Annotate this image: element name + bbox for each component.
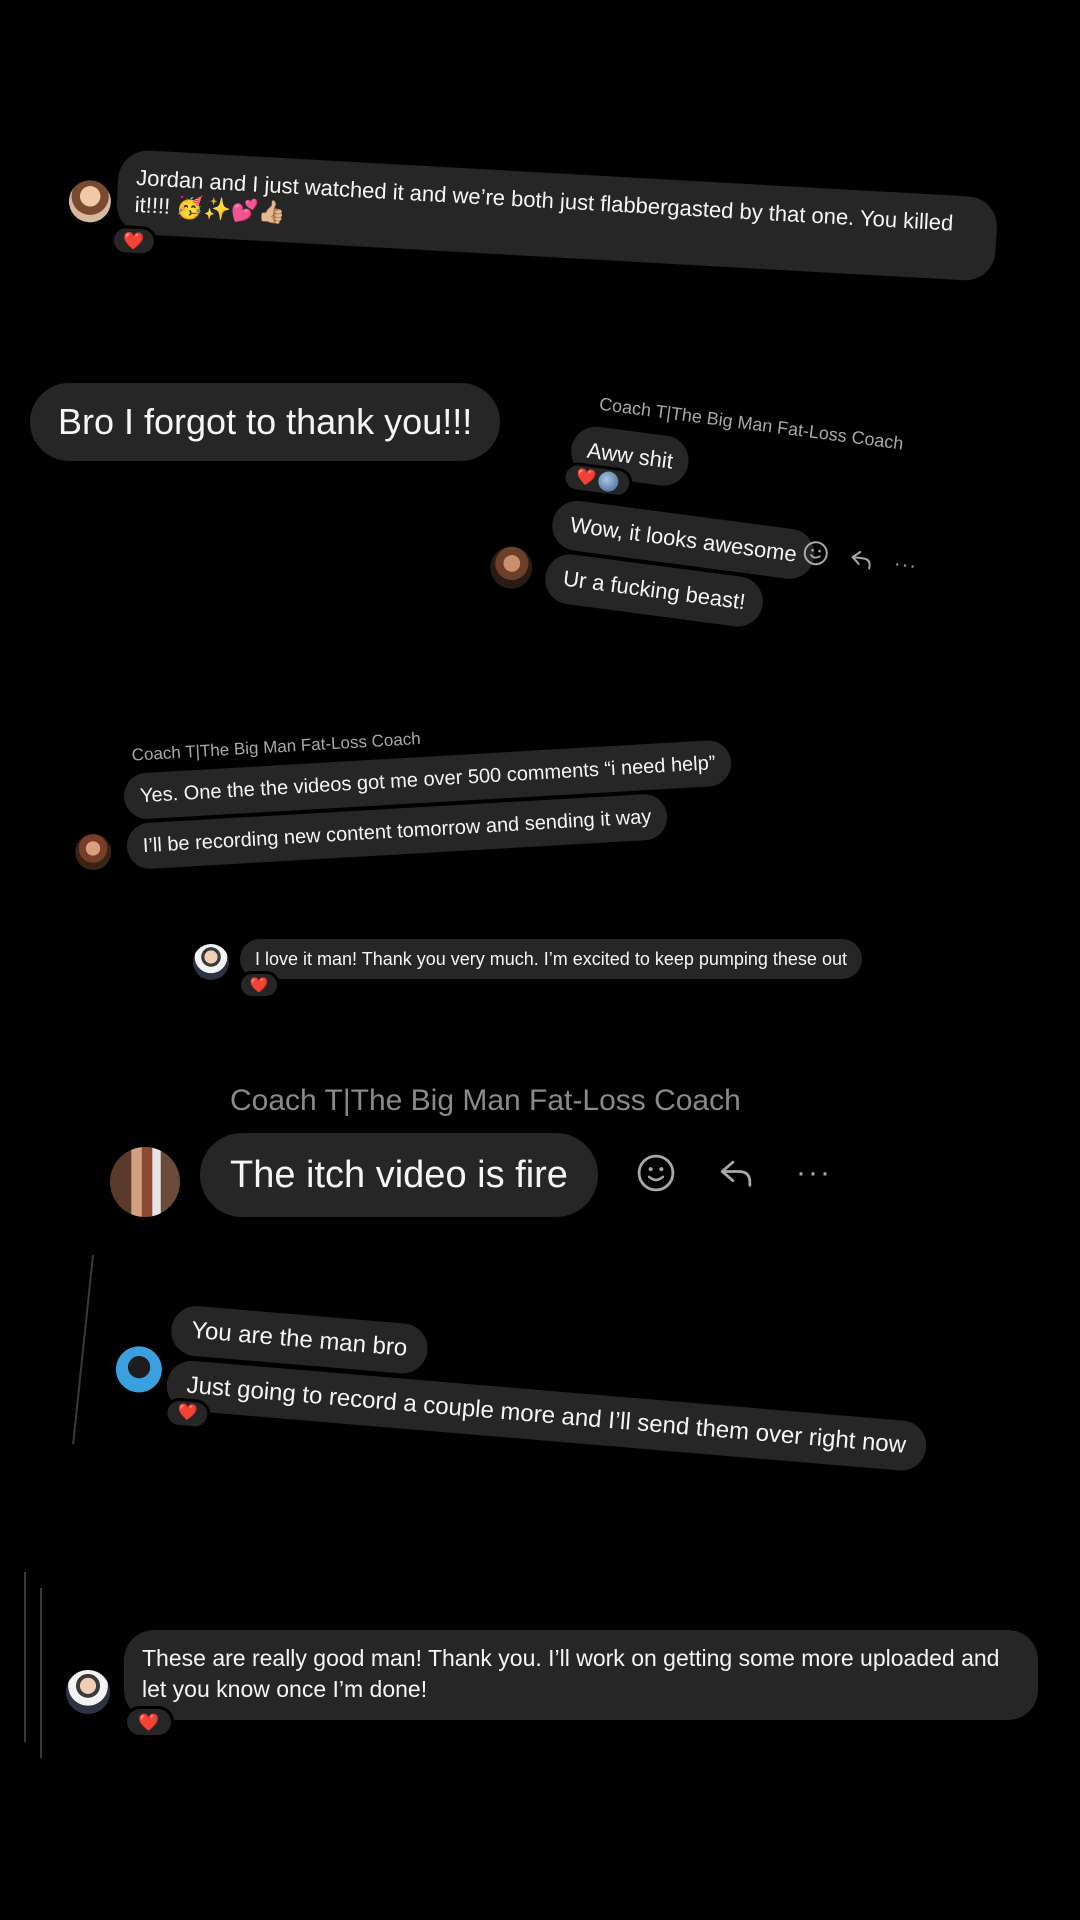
more-options-icon[interactable]: ··· (893, 552, 919, 578)
contact-avatar[interactable] (487, 544, 535, 592)
message-bubble[interactable]: I love it man! Thank you very much. I’m … (240, 939, 862, 979)
message-text: These are really good man! Thank you. I’… (142, 1645, 1000, 1702)
user-avatar[interactable] (66, 1670, 110, 1714)
contact-avatar[interactable] (110, 1147, 180, 1217)
message-text: Jordan and I just watched it and we’re b… (134, 164, 954, 236)
message-bubble[interactable]: The itch video is fire (200, 1133, 598, 1217)
reactor-avatar-icon (597, 470, 621, 493)
reaction-badge[interactable]: ❤️ (124, 1706, 174, 1738)
heart-reaction-icon: ❤️ (138, 1712, 160, 1732)
reply-thread-line (40, 1588, 42, 1758)
heart-reaction-icon: ❤️ (249, 976, 269, 994)
reply-thread-line (24, 1572, 26, 1742)
more-options-icon[interactable]: ··· (796, 1156, 832, 1190)
message-text: Just going to record a couple more and I… (185, 1371, 908, 1459)
user-avatar[interactable] (114, 1344, 164, 1395)
sent-message-bubble[interactable]: Bro I forgot to thank you!!! (30, 383, 501, 461)
message-actions: ··· (636, 1152, 832, 1194)
heart-reaction-icon: ❤️ (176, 1403, 199, 1423)
reply-icon[interactable] (847, 545, 876, 574)
message-text: Ur a fucking beast! (561, 565, 747, 615)
message-actions: ··· (801, 535, 919, 584)
message-text: Bro I forgot to thank you!!! (58, 401, 473, 442)
react-icon[interactable] (801, 539, 830, 568)
reaction-badge[interactable]: ❤️ (109, 224, 158, 258)
message-bubble[interactable]: Jordan and I just watched it and we’re b… (115, 148, 999, 282)
message-text: The itch video is fire (230, 1154, 568, 1196)
reaction-badge[interactable]: ❤️ (238, 971, 280, 999)
heart-reaction-icon: ❤️ (575, 468, 598, 488)
reaction-badge[interactable]: ❤️ (163, 1396, 212, 1431)
reply-thread-line (72, 1255, 94, 1445)
react-icon[interactable] (636, 1153, 676, 1193)
user-avatar[interactable] (193, 944, 229, 980)
message-bubble[interactable]: Just going to record a couple more and I… (164, 1358, 928, 1473)
contact-avatar[interactable] (67, 179, 113, 224)
message-text: I love it man! Thank you very much. I’m … (255, 949, 847, 969)
heart-reaction-icon: ❤️ (122, 230, 145, 251)
sender-name: Coach T|The Big Man Fat-Loss Coach (230, 1084, 741, 1117)
message-bubble[interactable]: These are really good man! Thank you. I’… (124, 1630, 1038, 1720)
reply-icon[interactable] (716, 1153, 756, 1193)
contact-avatar[interactable] (74, 833, 113, 872)
message-text: You are the man bro (190, 1316, 409, 1362)
